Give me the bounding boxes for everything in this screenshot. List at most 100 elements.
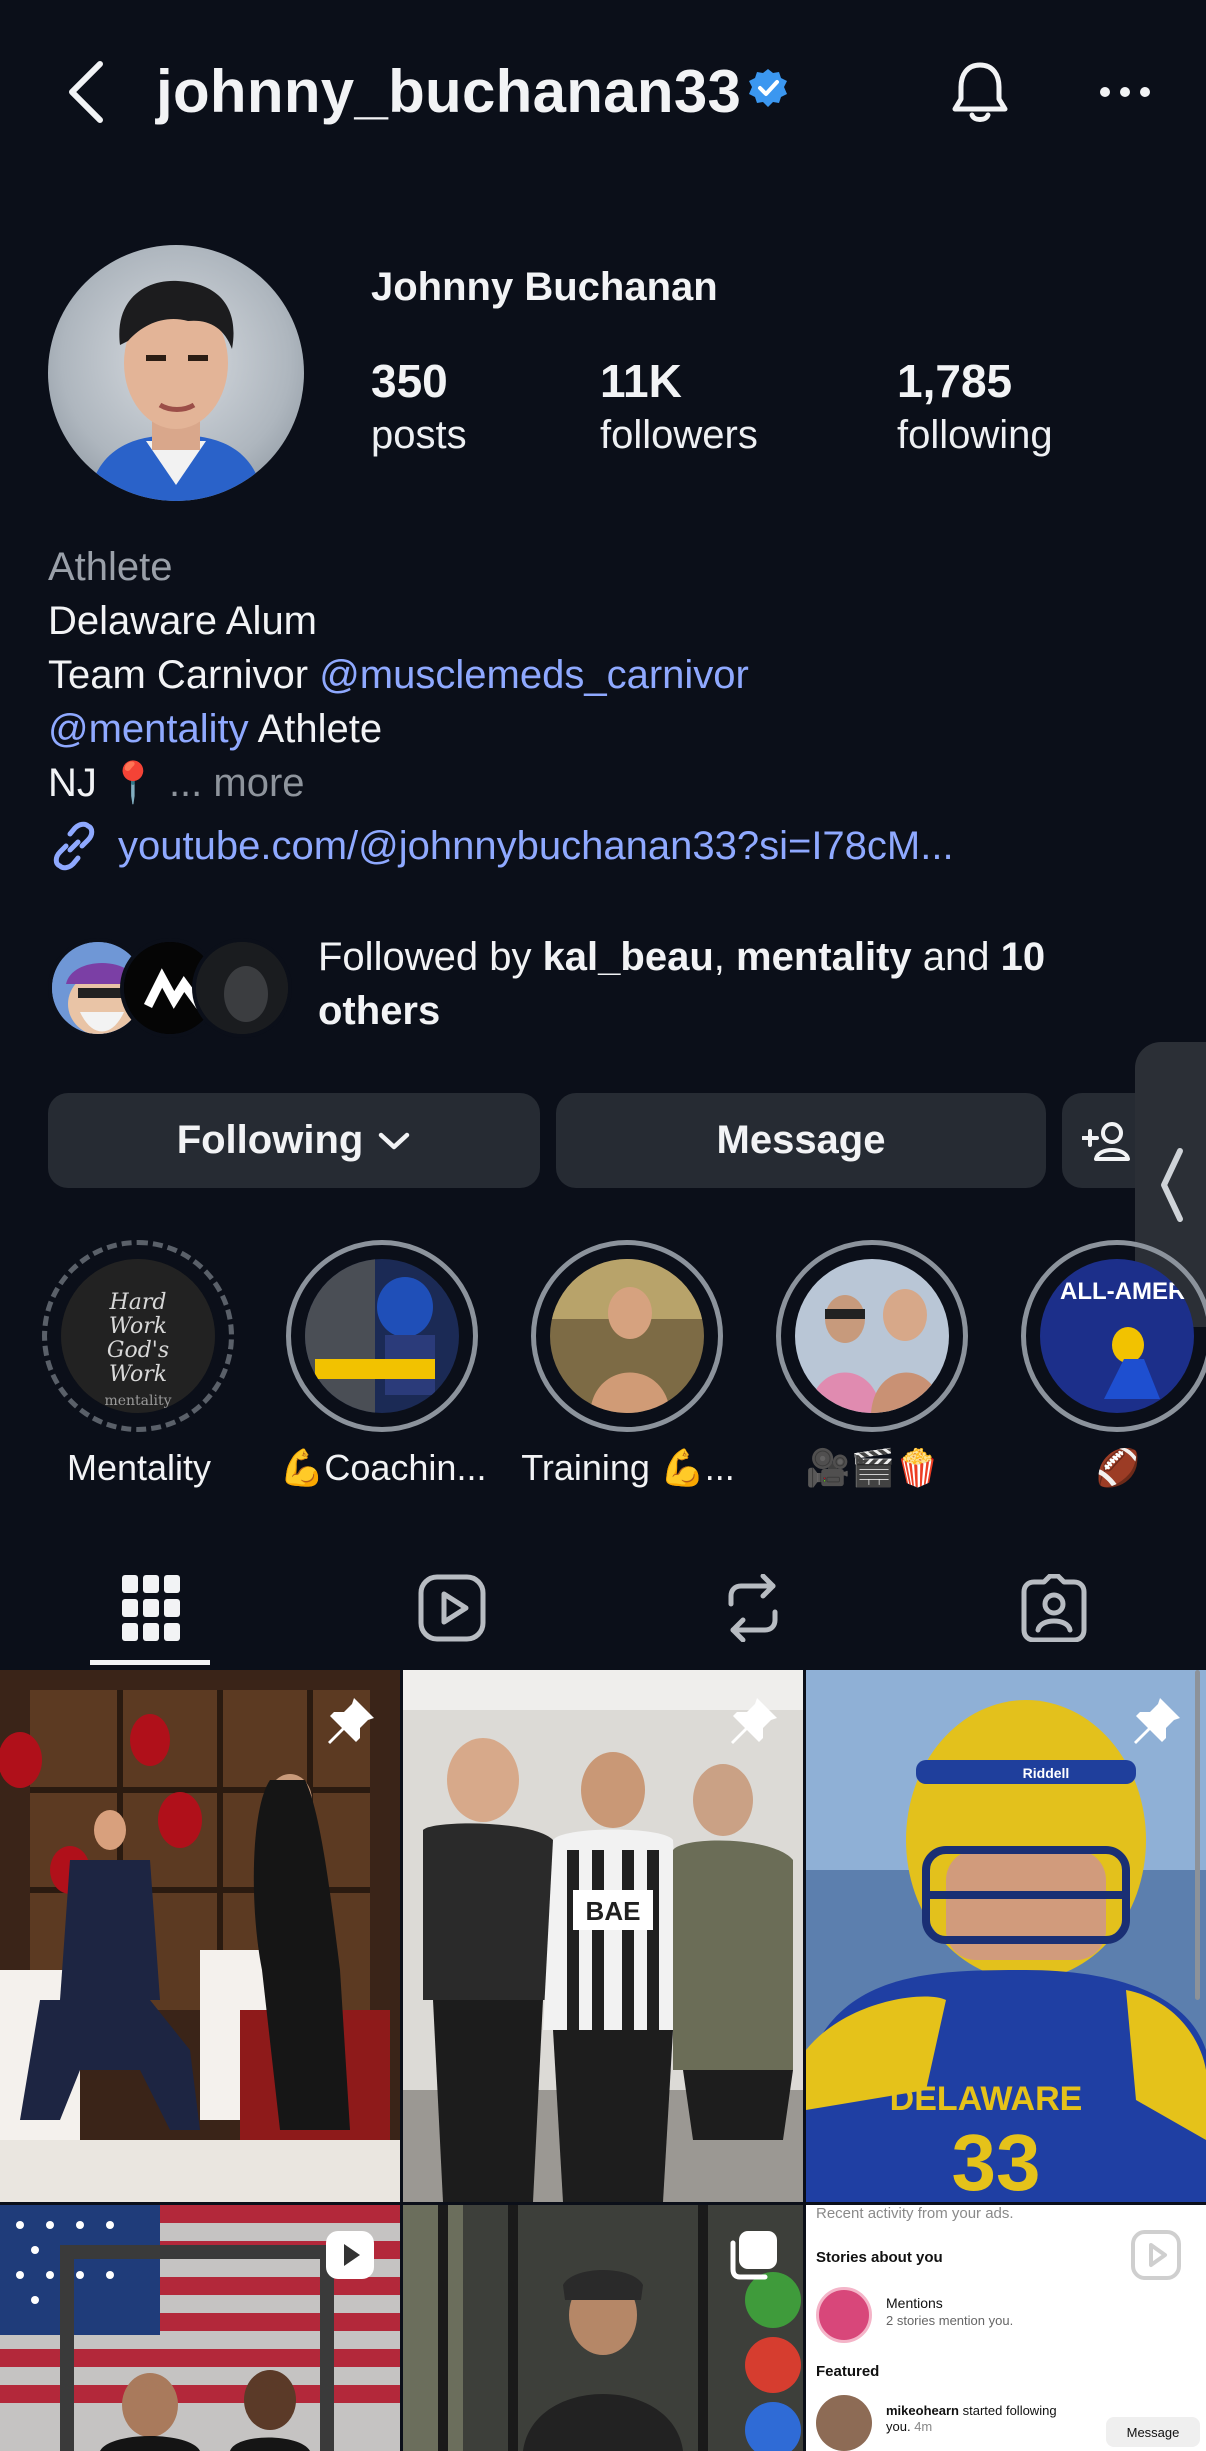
followed-by-text: Followed by kal_beau, mentality and 10 o… <box>318 930 1178 1038</box>
notifications-button[interactable] <box>940 52 1020 132</box>
posts-grid: BAE DELAWARE 33 Riddell Recent activity … <box>0 1670 1206 2451</box>
following-button[interactable]: Following <box>48 1093 540 1188</box>
shirt-text-1: Hard <box>109 1290 167 1315</box>
profile-link-text: youtube.com/@johnnybuchanan33?si=I78cM..… <box>118 823 954 868</box>
post-2-image: BAE <box>403 1670 803 2202</box>
bio-line-2: Team Carnivor @musclemeds_carnivor <box>48 648 1148 702</box>
highlight-ring <box>776 1240 968 1432</box>
pinned-icon <box>328 1696 374 1744</box>
training-cover-art <box>550 1259 704 1413</box>
tab-reposts[interactable] <box>602 1545 903 1670</box>
followed-by[interactable]: Followed by kal_beau, mentality and 10 o… <box>48 930 1178 1050</box>
notif-mentions: Mentions <box>886 2295 943 2311</box>
mention-link-musclemeds[interactable]: @musclemeds_carnivor <box>319 653 749 697</box>
following-stat[interactable]: 1,785 following <box>897 350 1053 458</box>
followers-count: 11K <box>600 355 682 407</box>
highlight-label-mentality: Mentality <box>66 1447 212 1488</box>
notif-message-button: Message <box>1106 2417 1200 2447</box>
notif-featured: Featured <box>816 2363 880 2380</box>
posts-count: 350 <box>371 355 448 407</box>
all-american-text: ALL-AMER <box>1060 1278 1185 1305</box>
following-button-label: Following <box>176 1118 364 1162</box>
bio-line-1: Delaware Alum <box>48 599 318 643</box>
grid-post-5[interactable] <box>403 2205 803 2451</box>
grid-post-6[interactable]: Recent activity from your ads. Stories a… <box>806 2205 1206 2451</box>
helmet-brand: Riddell <box>1023 1765 1070 1781</box>
mention-link-mentality[interactable]: @mentality <box>48 707 249 751</box>
reels-icon <box>418 1574 485 1641</box>
notif-mentions-sub: 2 stories mention you. <box>886 2313 1014 2328</box>
followed-by-prefix: Followed by <box>318 935 532 979</box>
follower-avatar-other <box>192 938 292 1038</box>
bell-icon <box>952 62 1008 122</box>
message-button-label: Message <box>716 1118 886 1162</box>
post-3-image: DELAWARE 33 Riddell <box>806 1670 1206 2202</box>
followed-by-and: and <box>922 935 990 979</box>
following-count: 1,785 <box>897 355 1013 407</box>
active-tab-indicator <box>90 1660 210 1665</box>
bio-location: NJ 📍 <box>48 761 158 805</box>
followed-by-user-1: kal_beau <box>542 935 714 979</box>
profile-avatar[interactable] <box>48 245 304 501</box>
pinned-icon <box>1134 1696 1180 1744</box>
notif-stories-title: Stories about you <box>816 2249 943 2266</box>
highlight-label-football: 🏈 <box>1095 1447 1141 1488</box>
highlight-cover: ALL-AMER <box>1040 1259 1194 1413</box>
other-avatar-art <box>196 942 288 1034</box>
bio-more-link[interactable]: more <box>213 761 304 805</box>
grid-post-4[interactable] <box>0 2205 400 2451</box>
bio-team-text: Team Carnivor <box>48 653 309 697</box>
shirt-text-3: God's <box>107 1338 169 1363</box>
notif-text: mikeohearn started following you. 4m <box>886 2403 1066 2435</box>
bio-line-3: @mentality Athlete <box>48 702 1148 756</box>
more-dots-icon <box>1100 87 1150 97</box>
grid-post-2[interactable]: BAE <box>403 1670 803 2202</box>
content-tabs <box>0 1545 1206 1670</box>
notif-username: mikeohearn <box>886 2403 959 2418</box>
notif-time: 4m <box>914 2419 933 2434</box>
bio-athlete-text: Athlete <box>257 707 383 751</box>
tab-tagged[interactable] <box>903 1545 1204 1670</box>
reel-icon <box>1131 2230 1181 2280</box>
followed-by-user-2: mentality <box>736 935 912 979</box>
grid-post-3[interactable]: DELAWARE 33 Riddell <box>806 1670 1206 2202</box>
football-cover-art: ALL-AMER <box>1040 1259 1194 1413</box>
shirt-text-2: Work <box>109 1314 167 1339</box>
jersey-text: DELAWARE <box>890 2080 1083 2118</box>
mentality-shirt-art: Hard Work God's Work mentality <box>61 1259 215 1413</box>
more-options-button[interactable] <box>1085 52 1165 132</box>
notif-header: Recent activity from your ads. <box>816 2205 1014 2222</box>
story-highlights: Hard Work God's Work mentality Mentality <box>0 1240 1206 1500</box>
following-label: following <box>897 413 1053 457</box>
profile-link[interactable]: youtube.com/@johnnybuchanan33?si=I78cM..… <box>48 820 954 872</box>
posts-label: posts <box>371 413 467 457</box>
chevron-down-icon <box>379 1132 410 1149</box>
back-button[interactable] <box>56 52 116 132</box>
reel-icon <box>326 2231 374 2279</box>
highlight-ring <box>286 1240 478 1432</box>
tab-posts-grid[interactable] <box>0 1545 301 1670</box>
coaching-cover-art <box>305 1259 459 1413</box>
followers-stat[interactable]: 11K followers <box>600 350 758 458</box>
movies-cover-art <box>795 1259 949 1413</box>
avatar-illustration <box>88 280 264 501</box>
post-2-shirt-text: BAE <box>586 1896 641 1926</box>
scrollbar[interactable] <box>1195 1670 1200 2000</box>
notif-avatar-ring <box>816 2287 872 2343</box>
grid-icon <box>121 1574 180 1641</box>
highlight-cover <box>550 1259 704 1413</box>
followed-by-avatars <box>48 938 308 1038</box>
grid-post-1[interactable] <box>0 1670 400 2202</box>
tab-reels[interactable] <box>301 1545 602 1670</box>
carousel-icon <box>730 2231 777 2280</box>
highlight-ring <box>531 1240 723 1432</box>
add-person-icon <box>1082 1121 1130 1161</box>
pinned-icon <box>731 1696 777 1744</box>
top-bar: johnny_buchanan33 <box>0 0 1206 180</box>
chevron-left-icon <box>1160 1147 1183 1222</box>
bio: Athlete Delaware Alum Team Carnivor @mus… <box>48 540 1148 810</box>
post-1-image <box>0 1670 400 2202</box>
display-name: Johnny Buchanan <box>371 265 718 309</box>
posts-stat[interactable]: 350 posts <box>371 350 467 458</box>
message-button[interactable]: Message <box>556 1093 1046 1188</box>
